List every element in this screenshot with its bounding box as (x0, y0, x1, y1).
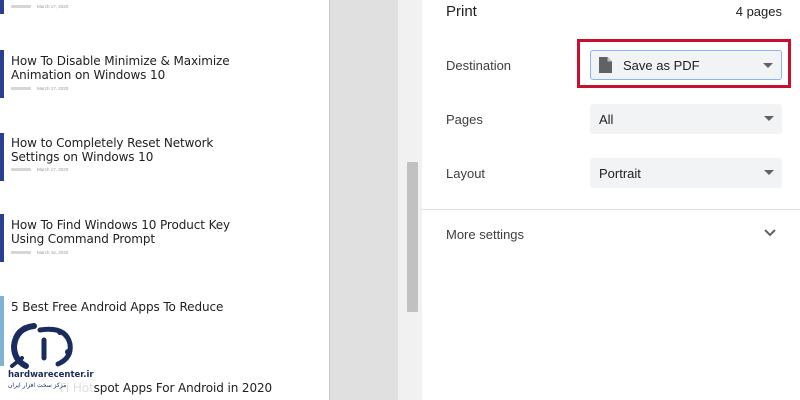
article-meta: March 16, 2020 (11, 249, 68, 255)
article-meta: March 17, 2020 (11, 3, 68, 9)
article-date: March 17, 2020 (37, 166, 69, 172)
expand-chevron-icon[interactable] (764, 229, 776, 237)
article-title: 5 Best Free Android Apps To Reduce (11, 300, 224, 314)
layout-value: Portrait (599, 166, 641, 181)
article-date: March 16, 2020 (37, 249, 69, 255)
preview-scrollbar-thumb[interactable] (407, 162, 418, 312)
divider (422, 209, 800, 210)
pages-label: Pages (446, 112, 483, 127)
destination-label: Destination (446, 58, 512, 73)
article-thumbnail (0, 0, 4, 14)
watermark-subtitle: مرکز سخت افزار ایران (8, 382, 67, 389)
article-thumbnail (0, 133, 4, 181)
article-title: How to Completely Reset Network Settings… (11, 136, 214, 164)
article-title: How To Disable Minimize & Maximize Anima… (11, 54, 230, 82)
print-settings-panel: Print 4 pages Destination Save as PDF Pa… (422, 0, 800, 400)
article-meta: March 17, 2020 (11, 85, 68, 91)
chevron-down-icon (764, 170, 774, 175)
pages-select[interactable]: All (590, 104, 782, 134)
article-thumbnail (0, 50, 4, 98)
print-title: Print (446, 3, 477, 20)
article-date: March 17, 2020 (37, 3, 69, 9)
layout-label: Layout (446, 166, 486, 181)
watermark-site: hardwarecenter.ir (8, 370, 94, 380)
author-placeholder (11, 86, 31, 90)
highlight-box (577, 39, 791, 88)
more-settings-label[interactable]: More settings (446, 227, 524, 242)
author-placeholder (11, 250, 31, 254)
page-count: 4 pages (735, 4, 782, 19)
chevron-down-icon (764, 116, 774, 121)
pages-value: All (599, 112, 614, 127)
article-date: March 17, 2020 (37, 85, 69, 91)
article-title: How To Find Windows 10 Product Key Using… (11, 218, 231, 246)
layout-select[interactable]: Portrait (590, 158, 782, 188)
author-placeholder (11, 4, 31, 8)
article-meta: March 17, 2020 (11, 166, 68, 172)
author-placeholder (11, 167, 31, 171)
article-thumbnail (0, 214, 4, 262)
print-preview: March 17, 2020 How To Disable Minimize &… (0, 0, 422, 400)
